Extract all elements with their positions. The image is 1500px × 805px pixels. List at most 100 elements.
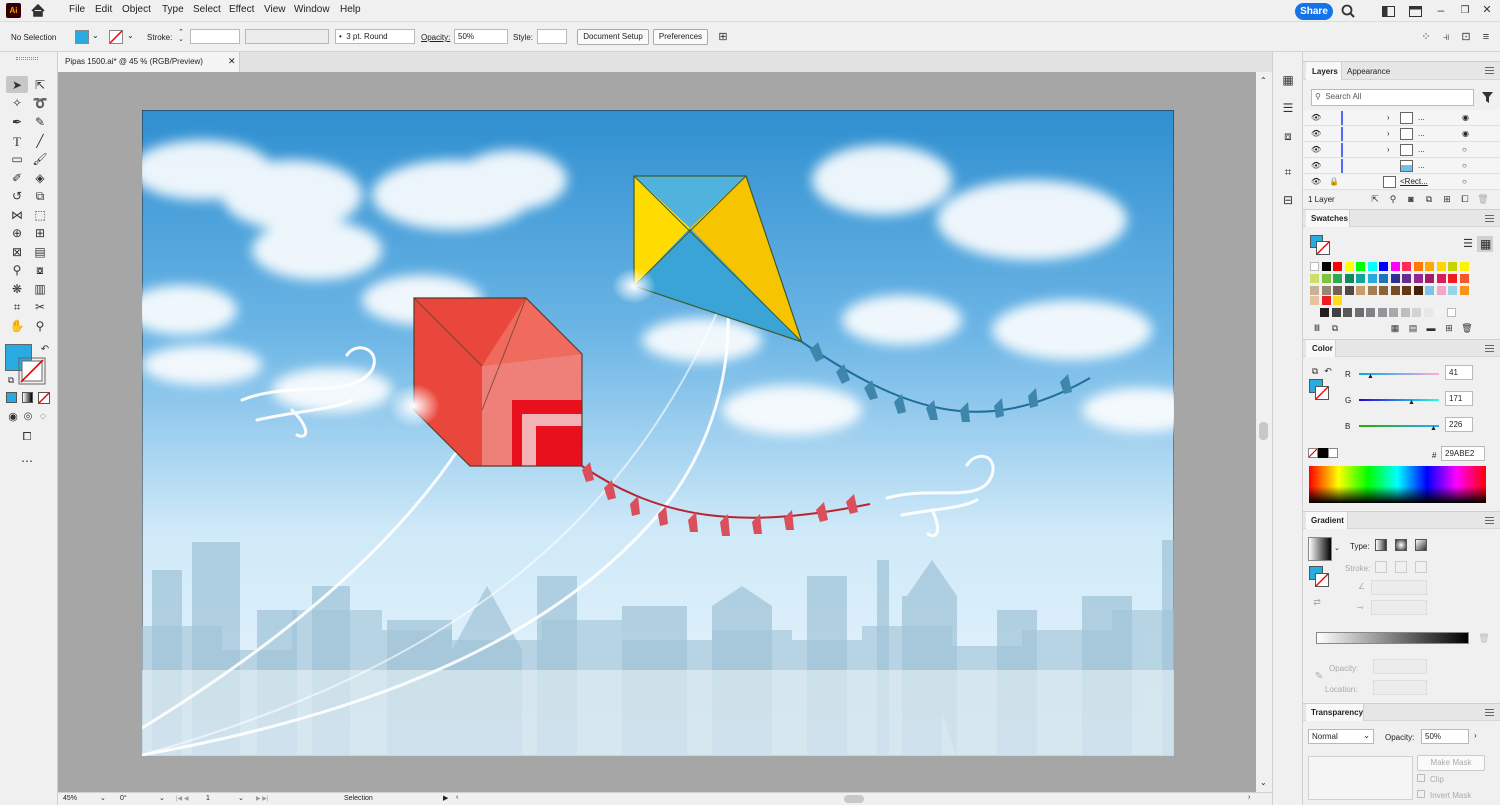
swatch[interactable] [1344,286,1354,295]
draw-normal-icon[interactable]: ◉ [5,409,21,425]
swatches-tab[interactable]: Swatches [1306,210,1350,227]
transparency-panel-menu-icon[interactable] [1485,709,1494,716]
delete-layer-icon[interactable]: 🗑 [1475,191,1491,207]
layer-name[interactable]: ... [1418,129,1425,138]
transparency-tab[interactable]: Transparency [1306,704,1364,721]
swatch[interactable] [1413,286,1423,295]
green-slider[interactable] [1359,399,1439,401]
swatch[interactable] [1459,262,1469,271]
document-setup-button[interactable]: Document Setup [577,29,649,45]
swatch[interactable] [1379,262,1388,271]
swatch[interactable] [1333,262,1342,271]
swatch[interactable] [1425,262,1434,271]
swatch[interactable] [1390,274,1400,283]
visibility-eye-icon[interactable]: 👁 [1311,145,1321,154]
freeform-gradient-button[interactable] [1415,539,1427,551]
red-slider-thumb[interactable]: ▲ [1367,373,1374,380]
layer-row-1[interactable]: 👁 › ... ◉ [1303,110,1500,126]
linear-gradient-button[interactable] [1375,539,1387,551]
swatch[interactable] [1331,308,1341,317]
swatch[interactable] [1320,308,1329,317]
swatch[interactable] [1389,308,1398,317]
slice-tool-icon[interactable]: ✂ [32,299,48,315]
variable-width-select[interactable] [245,29,329,44]
new-layer-icon[interactable]: ⊞ [1439,191,1455,207]
appearance-tab[interactable]: Appearance [1347,67,1390,76]
color-tab[interactable]: Color [1306,340,1336,357]
target-icon[interactable]: ◉ [1462,129,1469,138]
edit-toolbar-icon[interactable]: ⋯ [19,453,35,469]
invert-mask-checkbox[interactable] [1417,790,1425,798]
target-icon[interactable]: ○ [1462,145,1467,154]
swatch[interactable] [1310,274,1319,283]
isolate-icon[interactable]: ⊡ [1458,29,1474,45]
new-swatch-icon[interactable]: ⊞ [1441,320,1457,336]
brush-select[interactable]: • 3 pt. Round [335,29,415,44]
swatch[interactable] [1367,286,1377,295]
hand-tool-icon[interactable]: ✋ [9,318,25,334]
align-panel-icon[interactable]: ⊟ [1280,192,1296,208]
column-graph-tool-icon[interactable]: ▥ [32,281,48,297]
pen-tool-icon[interactable]: ✒ [9,114,25,130]
layer-row-3[interactable]: 👁 › ... ○ [1303,142,1500,158]
blend-tool-icon[interactable]: ⧇ [32,262,48,278]
menu-edit[interactable]: Edit [95,4,112,15]
layers-panel-menu-icon[interactable] [1485,67,1494,74]
home-icon[interactable] [31,4,45,17]
properties-panel-icon[interactable]: ▦ [1280,72,1296,88]
swatch[interactable] [1379,274,1388,283]
close-tab-icon[interactable]: ✕ [228,56,236,67]
swatch[interactable] [1310,286,1319,295]
minimize-icon[interactable]: – [1433,2,1449,18]
stroke-color-box[interactable] [18,357,46,385]
first-artboard-icon[interactable]: |◀ ◀ [176,795,188,802]
white-color-swatch[interactable] [1328,448,1338,458]
swap-fill-stroke-icon[interactable]: ↶ [37,342,53,358]
swatch[interactable] [1367,274,1377,283]
gradient-location-input[interactable] [1373,680,1427,695]
swatch-options-icon[interactable]: ▦ [1387,320,1403,336]
gradient-opacity-input[interactable] [1373,659,1427,674]
layer-name[interactable]: ... [1418,161,1425,170]
align-icon[interactable]: ⁘ [1418,29,1434,45]
panel-menu-icon[interactable]: ≡ [1478,29,1494,45]
maximize-icon[interactable]: ❐ [1457,3,1473,19]
layer-name[interactable]: <Rect... [1400,177,1428,186]
stroke-dropdown-icon[interactable]: ⌄ [127,31,134,40]
blue-input[interactable]: 226 [1445,417,1473,432]
collect-icon[interactable]: ⧠ [1457,191,1473,207]
scroll-left-icon[interactable]: ‹ [456,794,458,801]
toolbar-grip[interactable] [16,57,38,60]
target-icon[interactable]: ○ [1462,161,1467,170]
transform-icon[interactable]: ⫣ [1438,29,1454,45]
menu-effect[interactable]: Effect [229,4,254,15]
color-stroke-box[interactable] [1315,386,1329,400]
swatch[interactable] [1446,308,1456,317]
status-menu-icon[interactable]: ▶ [443,794,448,802]
transparency-opacity-input[interactable]: 50% [1421,729,1469,744]
green-input[interactable]: 171 [1445,391,1473,406]
zoom-tool-icon[interactable]: ⚲ [32,318,48,334]
swatch[interactable] [1321,286,1331,295]
grid-view-icon[interactable]: ▦ [1477,236,1493,252]
opacity-stepper-icon[interactable]: › [1474,731,1477,740]
fill-dropdown-icon[interactable]: ⌄ [92,31,99,40]
visibility-eye-icon[interactable]: 👁 [1311,129,1321,138]
stroke-along-button[interactable] [1395,561,1407,573]
layer-row-5[interactable]: 👁 🔒 <Rect... ○ [1303,174,1500,190]
selection-tool-icon[interactable]: ➤ [9,77,25,93]
gradient-angle-input[interactable] [1371,580,1427,595]
artboard-tool-icon[interactable]: ⌗ [9,299,25,315]
swatch[interactable] [1333,286,1342,295]
show-swatch-kinds-icon[interactable]: ⧉ [1327,320,1343,336]
last-artboard-icon[interactable]: ▶ ▶| [256,795,268,802]
artboards-panel-icon[interactable]: ⌗ [1280,164,1296,180]
visibility-eye-icon[interactable]: 👁 [1311,161,1321,170]
gradient-panel-menu-icon[interactable] [1485,517,1494,524]
zoom-level[interactable]: 45% [63,795,77,802]
swatch[interactable] [1425,286,1434,295]
gradient-eyedropper-icon[interactable]: ✎ [1311,669,1327,685]
screen-mode-icon[interactable]: ⧠ [19,429,35,445]
swatch[interactable] [1310,262,1319,271]
arrange-icon[interactable]: ⊞ [715,29,731,45]
